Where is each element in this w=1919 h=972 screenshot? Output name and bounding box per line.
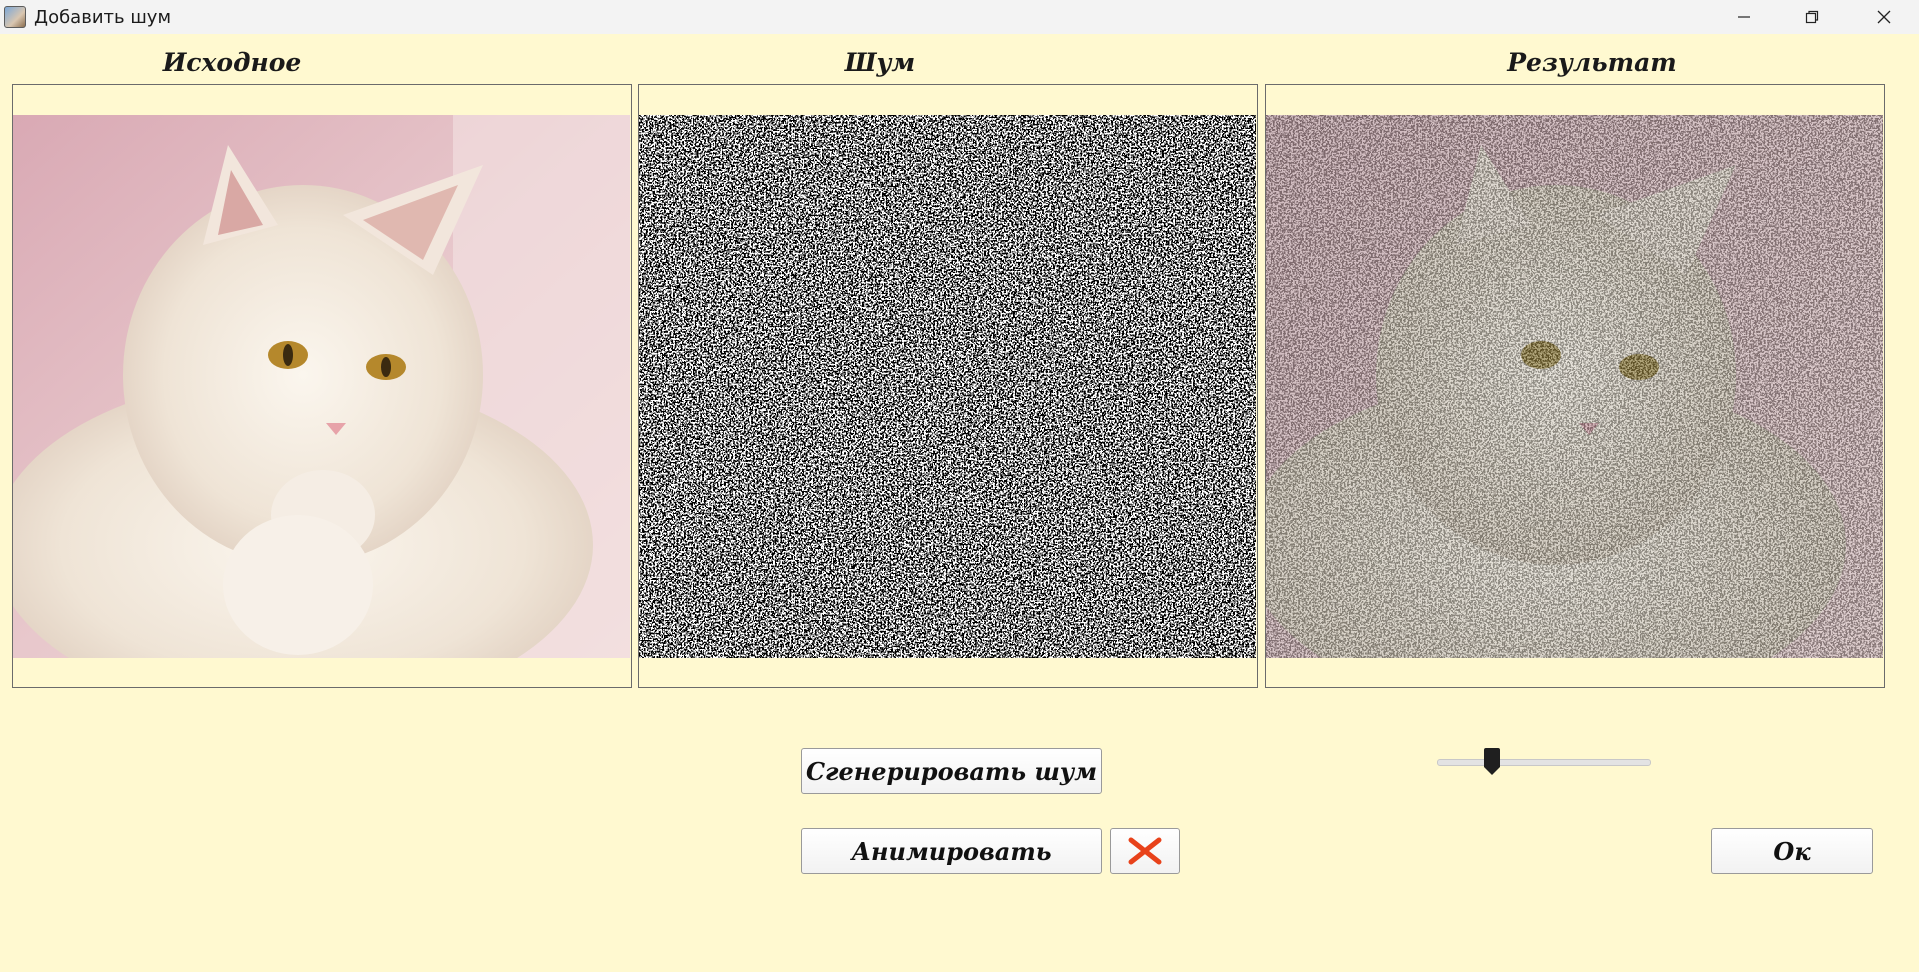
original-image bbox=[13, 115, 630, 658]
noise-panel bbox=[638, 84, 1258, 688]
close-icon[interactable] bbox=[1850, 0, 1918, 34]
original-panel bbox=[12, 84, 632, 688]
result-panel bbox=[1265, 84, 1885, 688]
noise-image bbox=[639, 115, 1256, 658]
animate-button[interactable]: Анимировать bbox=[801, 828, 1102, 874]
slider-thumb[interactable] bbox=[1483, 748, 1501, 776]
generate-noise-button[interactable]: Сгенерировать шум bbox=[801, 748, 1102, 794]
window-title: Добавить шум bbox=[34, 6, 172, 28]
stop-animation-button[interactable] bbox=[1110, 828, 1180, 874]
ok-button[interactable]: Ок bbox=[1711, 828, 1873, 874]
restore-icon[interactable] bbox=[1778, 0, 1846, 34]
result-label: Результат bbox=[1507, 48, 1677, 77]
title-bar: Добавить шум bbox=[0, 0, 1919, 34]
noise-label: Шум bbox=[844, 48, 916, 77]
noise-slider[interactable] bbox=[1437, 759, 1651, 766]
minimize-icon[interactable] bbox=[1710, 0, 1778, 34]
result-image bbox=[1266, 115, 1883, 658]
original-label: Исходное bbox=[162, 48, 302, 77]
x-icon bbox=[1128, 837, 1162, 865]
app-icon bbox=[4, 6, 26, 28]
